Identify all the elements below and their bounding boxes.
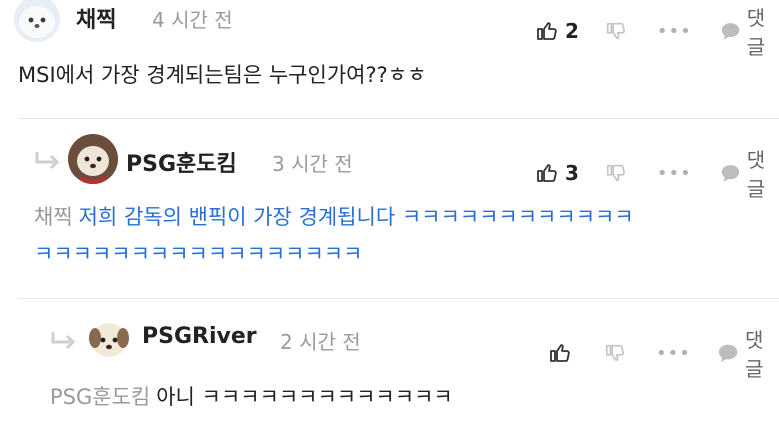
reply-button[interactable]: 댓글 [720, 2, 779, 60]
reply-arrow-icon [34, 150, 60, 178]
thumbs-down-icon [606, 22, 625, 40]
reply-comment-item: PSGRiver 2 시간 전 ••• 댓글 PSG훈도킴 아니 ㅋㅋㅋㅋㅋㅋㅋㅋ… [0, 300, 779, 428]
timestamp: 2 시간 전 [280, 330, 361, 354]
mention-tag[interactable]: 채찍 [34, 205, 73, 229]
avatar[interactable] [86, 316, 132, 362]
avatar[interactable] [14, 0, 60, 42]
comment-text: 채찍 저희 감독의 밴픽이 가장 경계됩니다 ㅋㅋㅋㅋㅋㅋㅋㅋㅋㅋㅋㅋ [34, 200, 634, 234]
reply-button[interactable]: 댓글 [720, 144, 779, 202]
author-name[interactable]: PSG훈도킴 [126, 146, 237, 178]
divider [18, 118, 779, 119]
reply-label: 댓글 [745, 328, 764, 381]
comment-text: MSI에서 가장 경계되는팀은 누구인가여??ㅎㅎ [18, 63, 427, 87]
like-count: 2 [565, 19, 579, 43]
like-button[interactable]: 3 [535, 161, 579, 185]
comment-actions: ••• 댓글 [548, 324, 779, 382]
avatar[interactable] [68, 134, 118, 184]
divider [18, 298, 779, 299]
timestamp: 4 시간 전 [152, 8, 233, 32]
comment-item: 채찍 4 시간 전 2 ••• 댓글 MSI에서 가장 경계되는팀은 누구인가여… [0, 0, 779, 120]
comment-text-body: 아니 ㅋㅋㅋㅋㅋㅋㅋㅋㅋㅋㅋㅋㅋ [156, 385, 453, 409]
thumbs-down-icon [606, 164, 625, 182]
dislike-button[interactable] [605, 162, 627, 184]
thumbs-up-icon [550, 344, 570, 362]
reply-arrow-icon [50, 330, 76, 358]
thumbs-down-icon [605, 344, 624, 362]
comment-actions: 2 ••• 댓글 [535, 2, 779, 60]
like-button[interactable] [548, 341, 578, 365]
more-icon[interactable]: ••• [657, 21, 692, 42]
comment-text-line2: ㅋㅋㅋㅋㅋㅋㅋㅋㅋㅋㅋㅋㅋㅋㅋㅋㅋ [34, 242, 363, 266]
comment-text: PSG훈도킴 아니 ㅋㅋㅋㅋㅋㅋㅋㅋㅋㅋㅋㅋㅋ [50, 380, 453, 414]
thumbs-up-icon [537, 22, 557, 40]
reply-button[interactable]: 댓글 [717, 324, 779, 382]
reply-label: 댓글 [746, 6, 766, 59]
like-button[interactable]: 2 [535, 19, 579, 43]
speech-bubble-icon [718, 344, 738, 363]
author-name[interactable]: 채찍 [76, 2, 116, 34]
comment-text-line1: 저희 감독의 밴픽이 가장 경계됩니다 ㅋㅋㅋㅋㅋㅋㅋㅋㅋㅋㅋㅋ [78, 205, 634, 229]
speech-bubble-icon [721, 165, 740, 182]
comment-actions: 3 ••• 댓글 [535, 144, 779, 202]
reply-label: 댓글 [746, 148, 766, 201]
timestamp: 3 시간 전 [272, 152, 353, 176]
like-count: 3 [565, 161, 579, 185]
reply-comment-item: PSG훈도킴 3 시간 전 3 ••• 댓글 채찍 저희 감독의 밴픽이 가장 경… [0, 120, 779, 298]
more-icon[interactable]: ••• [656, 343, 691, 364]
author-name[interactable]: PSGRiver [142, 324, 257, 349]
thumbs-up-icon [537, 164, 557, 182]
dislike-button[interactable] [604, 342, 626, 364]
speech-bubble-icon [721, 23, 740, 40]
mention-tag[interactable]: PSG훈도킴 [50, 385, 150, 409]
more-icon[interactable]: ••• [657, 163, 692, 184]
dislike-button[interactable] [605, 20, 627, 42]
